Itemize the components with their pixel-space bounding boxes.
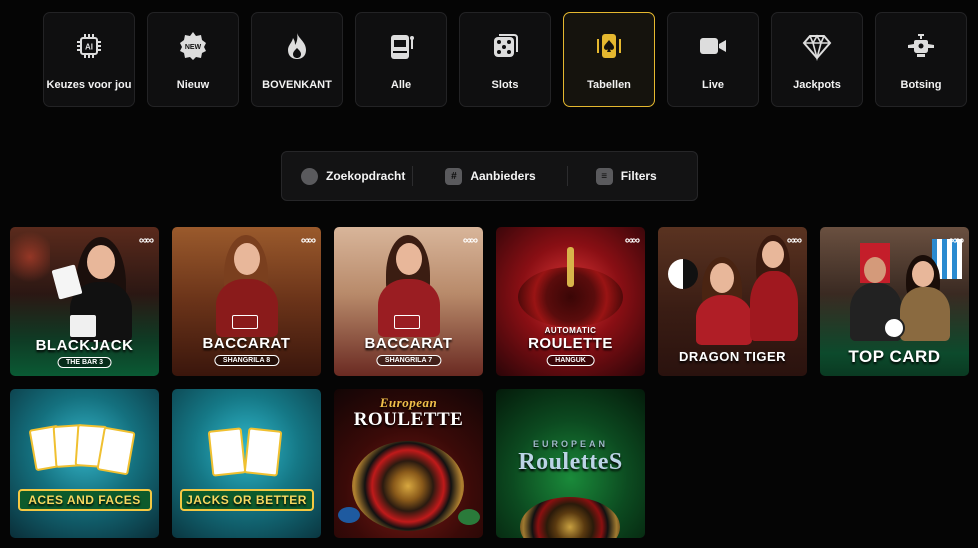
- category-label: BOVENKANT: [262, 79, 332, 91]
- provider-badge: ∞∞: [138, 233, 154, 247]
- provider-badge: ∞∞: [462, 233, 478, 247]
- providers-button[interactable]: # Aanbieders: [445, 152, 536, 200]
- card-icon: [70, 315, 96, 337]
- wheel-spindle: [567, 247, 574, 287]
- game-title-top: AUTOMATIC: [544, 326, 597, 335]
- game-tile-baccarat-7[interactable]: ∞∞ BACCARAT SHANGRILA 7: [334, 227, 483, 376]
- game-tile-dragon-tiger[interactable]: ∞∞ DRAGON TIGER: [658, 227, 807, 376]
- category-crash[interactable]: Botsing: [875, 12, 967, 107]
- search-filter-bar: Zoekopdracht # Aanbieders ≡ Filters: [281, 151, 698, 201]
- category-for-you[interactable]: AI Keuzes voor jou: [43, 12, 135, 107]
- category-label: Keuzes voor jou: [46, 79, 132, 91]
- game-tile-european-roulettes[interactable]: EUROPEAN RouletteS: [496, 389, 645, 538]
- category-tables[interactable]: Tabellen: [563, 12, 655, 107]
- category-label: Alle: [390, 79, 412, 91]
- filters-label: Filters: [620, 169, 657, 183]
- category-label: Tabellen: [587, 79, 631, 91]
- playing-card: [96, 426, 136, 476]
- category-label: Slots: [491, 79, 519, 91]
- yin-yang-icon: [668, 259, 698, 289]
- dice-icon: [490, 31, 520, 61]
- roulette-wheel: [352, 441, 464, 531]
- video-camera-icon: [698, 31, 728, 61]
- search-icon: [301, 167, 318, 185]
- playing-card: [243, 427, 283, 477]
- dealer-face: [234, 243, 260, 275]
- category-new[interactable]: NEW Nieuw: [147, 12, 239, 107]
- game-tile-blackjack[interactable]: ∞∞ BLACKJACK THE BAR 3: [10, 227, 159, 376]
- game-title: BACCARAT: [202, 335, 291, 352]
- dealer-face: [710, 263, 734, 293]
- category-label: Botsing: [900, 79, 942, 91]
- dealer-face: [864, 257, 886, 283]
- hash-icon: #: [445, 167, 463, 185]
- game-subtitle: THE BAR 3: [57, 357, 112, 368]
- football-icon: [883, 317, 905, 339]
- game-tile-top-card[interactable]: ∞∞ TOP CARD: [820, 227, 969, 376]
- dealer-body: [900, 287, 950, 341]
- search-label: Zoekopdracht: [326, 169, 406, 183]
- chip-stack: [338, 507, 360, 523]
- category-label: Jackpots: [793, 79, 841, 91]
- divider: [412, 166, 414, 186]
- game-tile-baccarat-8[interactable]: ∞∞ BACCARAT SHANGRILA 8: [172, 227, 321, 376]
- provider-badge: ∞∞: [786, 233, 802, 247]
- card-icon: [232, 315, 258, 329]
- provider-badge: ∞∞: [300, 233, 316, 247]
- game-title: ACES AND FACES: [28, 493, 141, 507]
- diamond-icon: [802, 31, 832, 61]
- ai-chip-icon: AI: [74, 31, 104, 61]
- game-tile-jacks-or-better[interactable]: JACKS OR BETTER: [172, 389, 321, 538]
- playing-card: [207, 427, 247, 477]
- decor: [10, 227, 50, 287]
- svg-text:AI: AI: [85, 43, 93, 52]
- game-tile-automatic-roulette[interactable]: ∞∞ AUTOMATIC ROULETTE HANGUK: [496, 227, 645, 376]
- new-badge-icon: NEW: [178, 31, 208, 61]
- provider-badge: ∞∞: [624, 233, 640, 247]
- category-label: Live: [701, 79, 724, 91]
- game-title-top: EUROPEAN: [532, 439, 608, 449]
- category-top[interactable]: BOVENKANT: [251, 12, 343, 107]
- game-title: BLACKJACK: [35, 337, 134, 354]
- dealer-face: [87, 245, 115, 279]
- game-title: DRAGON TIGER: [678, 349, 787, 364]
- search-button[interactable]: Zoekopdracht: [301, 152, 405, 200]
- game-subtitle: SHANGRILA 7: [375, 355, 442, 366]
- plane-icon: [906, 31, 936, 61]
- slot-machine-icon: [386, 31, 416, 61]
- category-live[interactable]: Live: [667, 12, 759, 107]
- game-title: TOP CARD: [848, 347, 941, 366]
- game-title: RouletteS: [518, 449, 623, 475]
- category-label: Nieuw: [176, 79, 210, 91]
- dealer-face: [762, 241, 784, 268]
- providers-label: Aanbieders: [470, 169, 536, 183]
- chip-stack: [458, 509, 480, 525]
- card-icon: [394, 315, 420, 329]
- game-title: JACKS OR BETTER: [186, 493, 307, 507]
- game-title: BACCARAT: [364, 335, 453, 352]
- game-tile-european-roulette[interactable]: European ROULETTE: [334, 389, 483, 538]
- game-title: ROULETTE: [528, 335, 613, 352]
- dealer-face: [912, 261, 934, 287]
- filters-button[interactable]: ≡ Filters: [595, 152, 657, 200]
- game-subtitle: SHANGRILA 8: [213, 355, 280, 366]
- dealer-face: [396, 243, 422, 275]
- game-tile-aces-and-faces[interactable]: ACES AND FACES: [10, 389, 159, 538]
- dealer-body: [750, 271, 798, 341]
- card-spade-icon: [594, 31, 624, 61]
- provider-badge: ∞∞: [948, 233, 964, 247]
- category-jackpots[interactable]: Jackpots: [771, 12, 863, 107]
- category-bar: AI Keuzes voor jou NEW Nieuw BOVENKANT A…: [43, 12, 967, 107]
- svg-text:NEW: NEW: [185, 44, 202, 51]
- game-title: ROULETTE: [353, 409, 464, 430]
- flame-icon: [282, 31, 312, 61]
- game-subtitle: HANGUK: [546, 355, 595, 366]
- category-slots[interactable]: Slots: [459, 12, 551, 107]
- category-all[interactable]: Alle: [355, 12, 447, 107]
- roulette-wheel: [520, 497, 620, 538]
- divider: [566, 166, 568, 186]
- dealer-body: [696, 295, 752, 345]
- filter-icon: ≡: [595, 167, 613, 185]
